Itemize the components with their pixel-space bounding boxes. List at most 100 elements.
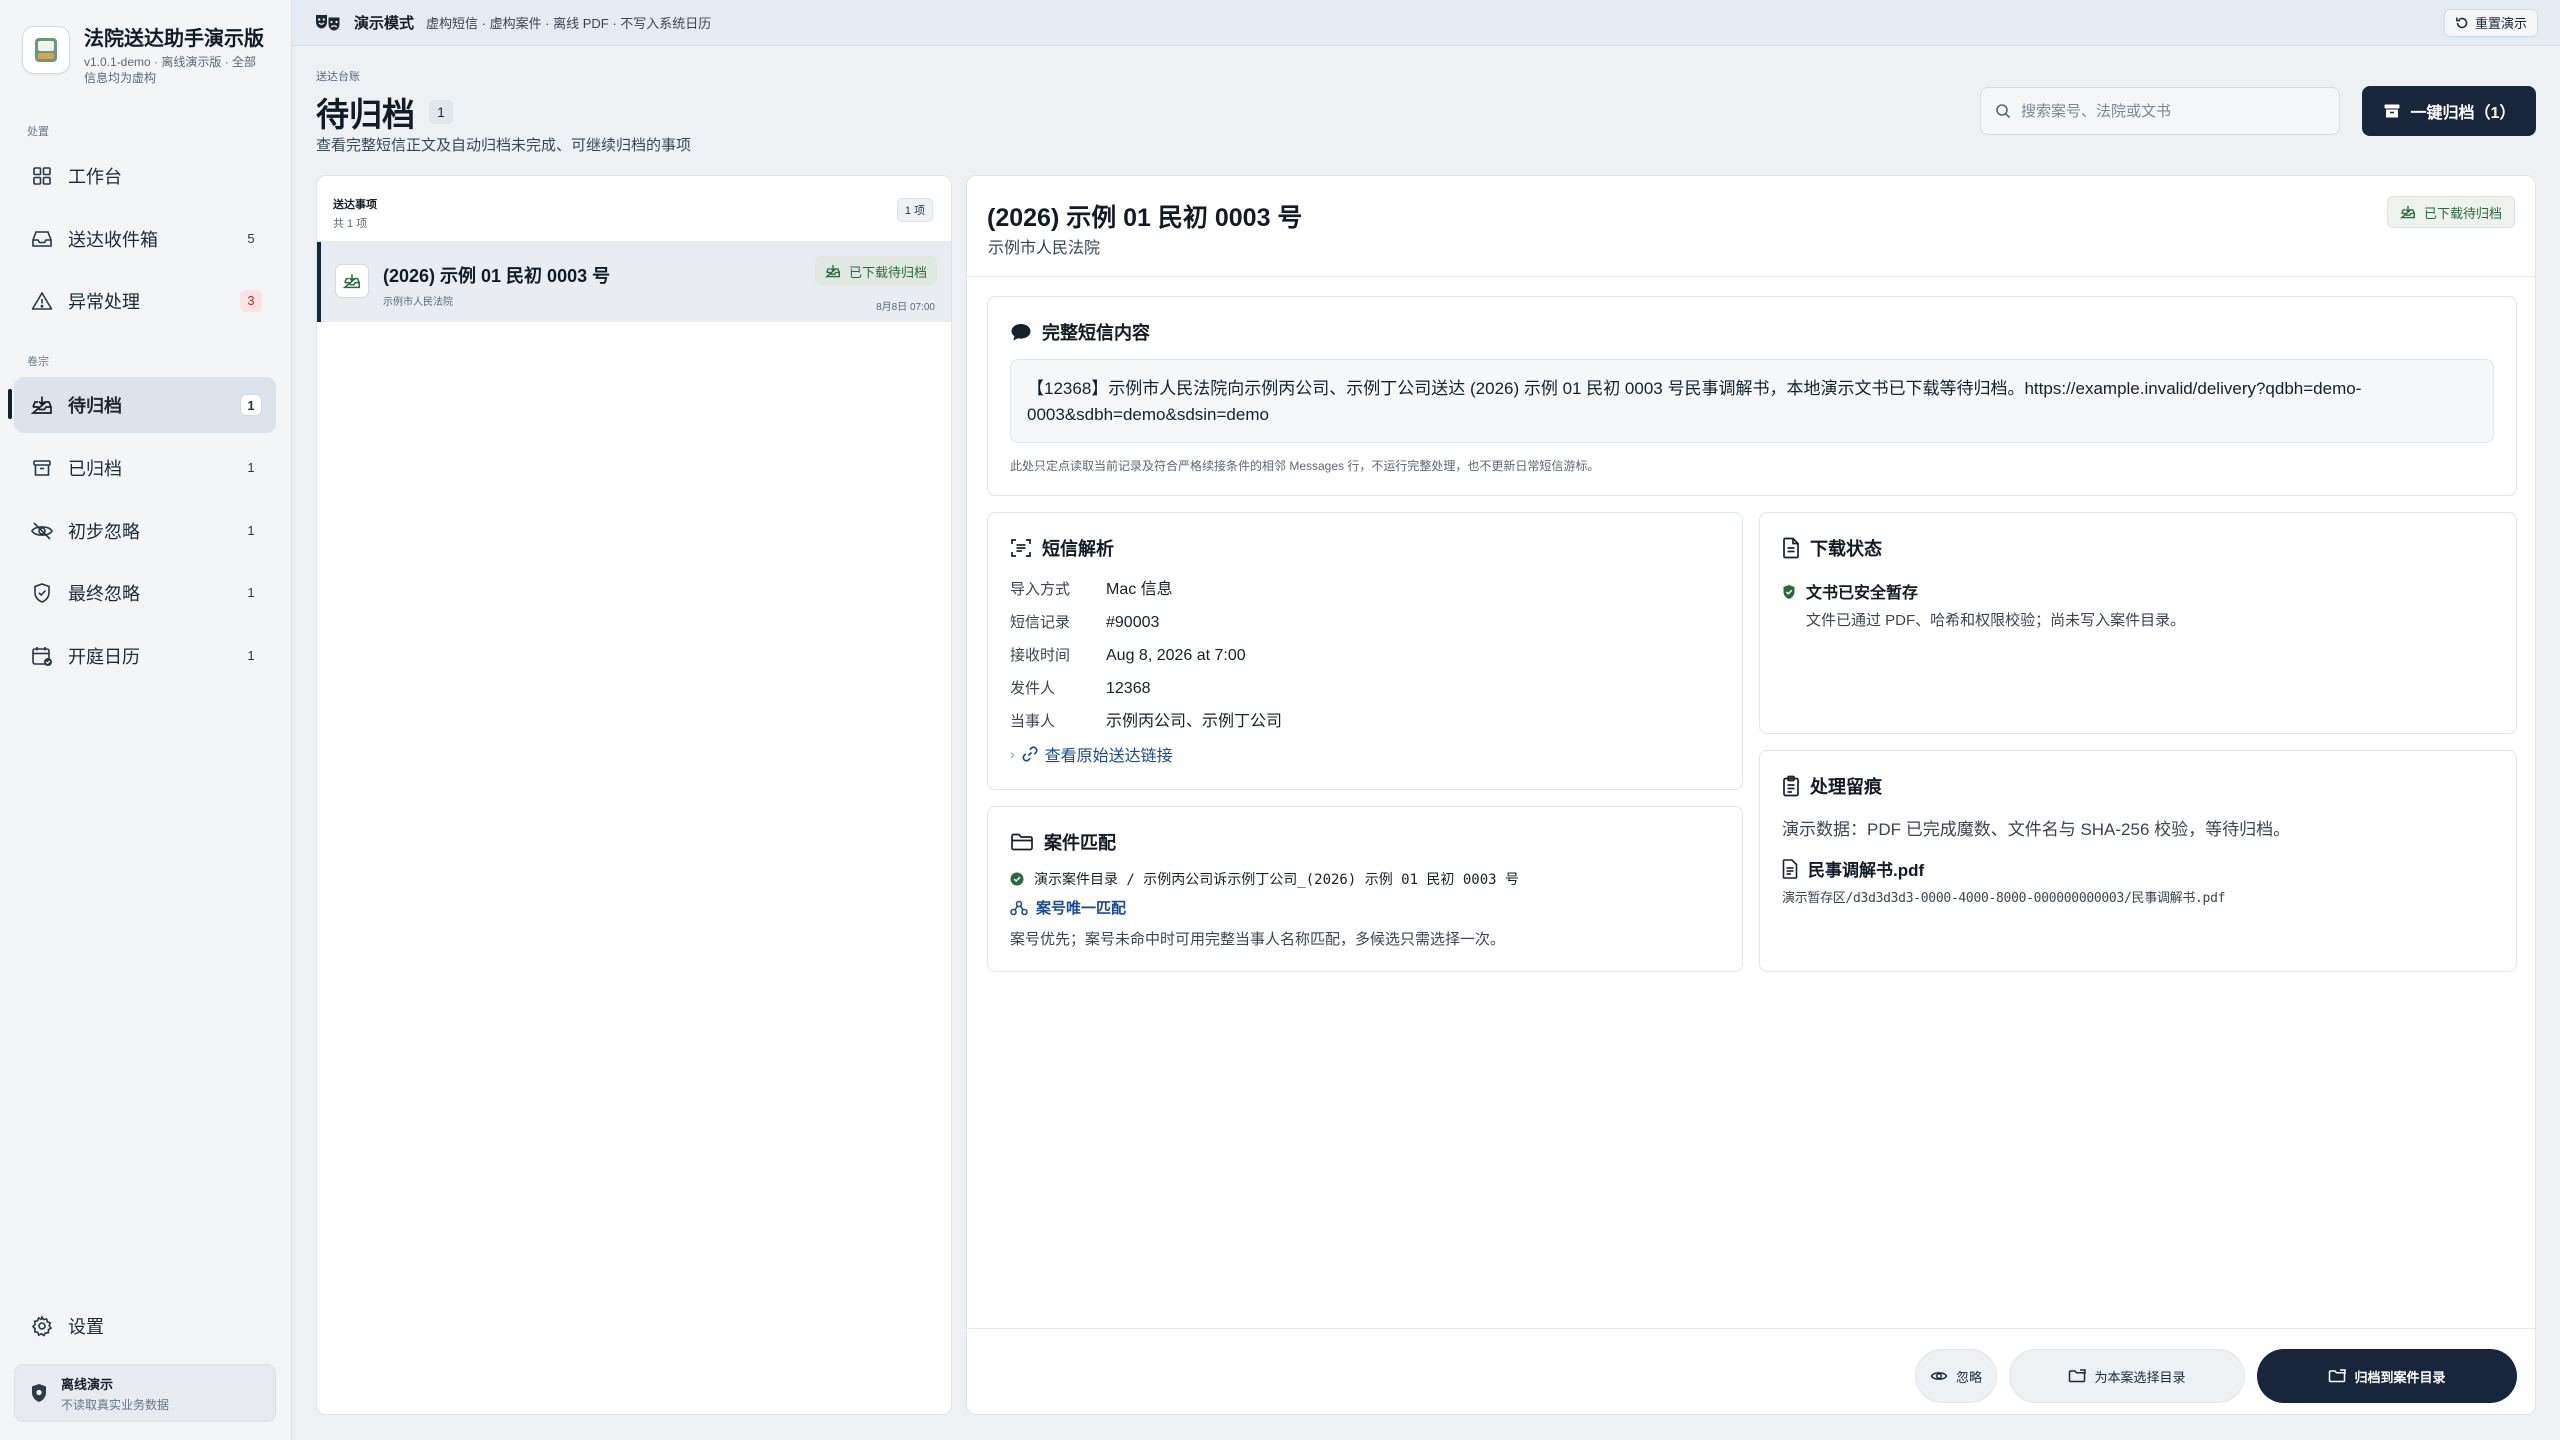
matched-case-path-text: 演示案件目录 / 示例丙公司诉示例丁公司_(2026) 示例 01 民初 000…: [1034, 872, 1520, 888]
reset-demo-label: 重置演示: [2474, 16, 2527, 31]
sidebar-item-count: 5: [247, 231, 255, 246]
search-icon: [1995, 103, 2011, 119]
parse-card-title: 短信解析: [1042, 539, 1114, 559]
sidebar-item-label: 开庭日历: [68, 647, 140, 667]
app-logo-icon: [22, 26, 70, 74]
shield-check-icon: [30, 581, 54, 605]
field-label: 导入方式: [1010, 581, 1071, 598]
sidebar-item-inbox[interactable]: 送达收件箱 5: [14, 211, 276, 267]
offline-status-card: 离线演示 不读取真实业务数据: [14, 1364, 276, 1422]
page-title-count: 1: [429, 100, 453, 124]
sidebar-item-label: 已归档: [68, 459, 122, 479]
list-item-date: 8月8日 07:00: [876, 302, 935, 313]
search-input[interactable]: [2021, 102, 2321, 120]
detail-panel: (2026) 示例 01 民初 0003 号 示例市人民法院 已下载待归档 完整…: [966, 175, 2536, 1415]
page-title: 待归档: [316, 96, 415, 133]
refresh-icon: [2455, 16, 2469, 30]
trace-file-name: 民事调解书.pdf: [1808, 861, 1925, 880]
sidebar-item-settings[interactable]: 设置: [14, 1298, 276, 1354]
field-label: 接收时间: [1010, 647, 1071, 664]
sidebar: 法院送达助手演示版 v1.0.1-demo · 离线演示版 · 全部信息均为虚构…: [0, 0, 292, 1440]
download-card-header: 下载状态: [1782, 535, 2494, 561]
clipboard-icon: [1782, 775, 1800, 797]
chevron-right-icon: ›: [1010, 746, 1015, 762]
sidebar-item-archived[interactable]: 已归档 1: [14, 440, 276, 496]
sidebar-item-final-ignore[interactable]: 最终忽略 1: [14, 565, 276, 621]
hierarchy-icon: [1010, 900, 1028, 916]
trace-file[interactable]: 民事调解书.pdf: [1782, 856, 2494, 881]
ignore-button[interactable]: 忽略: [1915, 1349, 1997, 1403]
calendar-check-icon: [30, 644, 54, 668]
list-header: 送达事项 共 1 项 1 项: [317, 176, 951, 242]
archive-all-button[interactable]: 一键归档（1）: [2362, 86, 2536, 136]
warning-icon: [30, 289, 54, 313]
archive-to-case-dir-button[interactable]: 归档到案件目录: [2257, 1349, 2517, 1403]
inbox-icon: [30, 227, 54, 251]
status-badge: 已下载待归档: [2386, 196, 2515, 228]
eye-icon: [1930, 1369, 1948, 1383]
match-card-title: 案件匹配: [1044, 833, 1116, 853]
download-state: 文书已安全暂存 文件已通过 PDF、哈希和权限校验；尚未写入案件目录。: [1782, 579, 2494, 630]
brand: 法院送达助手演示版 v1.0.1-demo · 离线演示版 · 全部信息均为虚构: [22, 26, 268, 86]
app-name: 法院送达助手演示版: [84, 28, 264, 50]
inbox-download-icon: [335, 264, 369, 298]
sidebar-item-label: 初步忽略: [68, 522, 140, 542]
inbox-download-icon: [2399, 205, 2416, 219]
sms-card-title: 完整短信内容: [1042, 323, 1150, 343]
match-method[interactable]: 案号唯一匹配: [1010, 897, 1720, 918]
detail-case-number: (2026) 示例 01 民初 0003 号: [987, 204, 1303, 232]
check-circle-icon: [1010, 872, 1024, 886]
sidebar-item-count: 3: [240, 290, 262, 312]
list-title: 送达事项: [333, 199, 377, 211]
file-text-icon: [1782, 537, 1800, 559]
sidebar-item-label: 送达收件箱: [68, 230, 158, 250]
search-box[interactable]: [1980, 87, 2340, 135]
list-item[interactable]: (2026) 示例 01 民初 0003 号 示例市人民法院 已下载待归档 8月…: [317, 242, 951, 322]
match-note: 案号优先；案号未命中时可用完整当事人名称匹配，多候选只需选择一次。: [1010, 931, 1506, 948]
archive-box-icon: [2383, 102, 2401, 120]
link-icon: [1021, 745, 1039, 763]
nav-section-handle: 处置: [27, 126, 49, 138]
trace-card-header: 处理留痕: [1782, 773, 2494, 799]
field-label: 短信记录: [1010, 614, 1071, 631]
grid-icon: [30, 164, 54, 188]
original-link-toggle[interactable]: › 查看原始送达链接: [1010, 742, 1720, 766]
shield-icon: [29, 1382, 49, 1404]
delivery-list-panel: 送达事项 共 1 项 1 项 (2026) 示例 01 民初 0003 号 示例…: [316, 175, 952, 1415]
list-total: 共 1 项: [333, 218, 368, 230]
sidebar-item-hearing-calendar[interactable]: 开庭日历 1: [14, 628, 276, 684]
list-item-case-number: (2026) 示例 01 民初 0003 号: [383, 266, 611, 286]
divider: [967, 276, 2535, 277]
sidebar-item-workbench[interactable]: 工作台: [14, 148, 276, 204]
sidebar-item-initial-ignore[interactable]: 初步忽略 1: [14, 503, 276, 559]
parse-card-header: 短信解析: [1010, 535, 1720, 561]
sidebar-item-count: 1: [247, 523, 255, 538]
sidebar-item-pending-archive[interactable]: 待归档 1: [14, 377, 276, 433]
breadcrumb: 送达台账: [316, 71, 360, 83]
match-method-label: 案号唯一匹配: [1036, 900, 1127, 917]
sidebar-item-label: 工作台: [68, 167, 122, 187]
nav-section-archive: 卷宗: [27, 356, 49, 368]
demo-mode-description: 虚构短信 · 虚构案件 · 离线 PDF · 不写入系统日历: [426, 16, 712, 31]
parse-row-sms-record: 短信记录 #90003: [1010, 606, 1720, 639]
matched-case-path: 演示案件目录 / 示例丙公司诉示例丁公司_(2026) 示例 01 民初 000…: [1010, 869, 1720, 889]
archive-to-case-dir-label: 归档到案件目录: [2354, 1369, 2446, 1385]
sidebar-item-label: 最终忽略: [68, 584, 140, 604]
page-title-row: 待归档 1: [316, 88, 453, 136]
active-indicator: [8, 389, 12, 419]
shield-check-icon: [1782, 584, 1796, 630]
trace-card-title: 处理留痕: [1810, 777, 1882, 797]
sidebar-item-label: 待归档: [68, 396, 122, 416]
sidebar-item-exceptions[interactable]: 异常处理 3: [14, 273, 276, 329]
gear-icon: [30, 1314, 54, 1338]
sidebar-item-count: 1: [247, 648, 255, 663]
download-status-card: 下载状态 文书已安全暂存 文件已通过 PDF、哈希和权限校验；尚未写入案件目录。: [1759, 512, 2517, 734]
field-label: 当事人: [1010, 713, 1056, 730]
choose-directory-button[interactable]: 为本案选择目录: [2009, 1349, 2245, 1403]
ignore-label: 忽略: [1955, 1369, 1982, 1385]
status-badge-label: 已下载待归档: [2423, 205, 2502, 221]
parse-row-received-time: 接收时间 Aug 8, 2026 at 7:00: [1010, 639, 1720, 672]
reset-demo-button[interactable]: 重置演示: [2443, 8, 2538, 37]
sms-content-card: 完整短信内容 【12368】示例市人民法院向示例丙公司、示例丁公司送达 (202…: [987, 296, 2517, 496]
page-subtitle: 查看完整短信正文及自动归档未完成、可继续归档的事项: [316, 137, 692, 154]
